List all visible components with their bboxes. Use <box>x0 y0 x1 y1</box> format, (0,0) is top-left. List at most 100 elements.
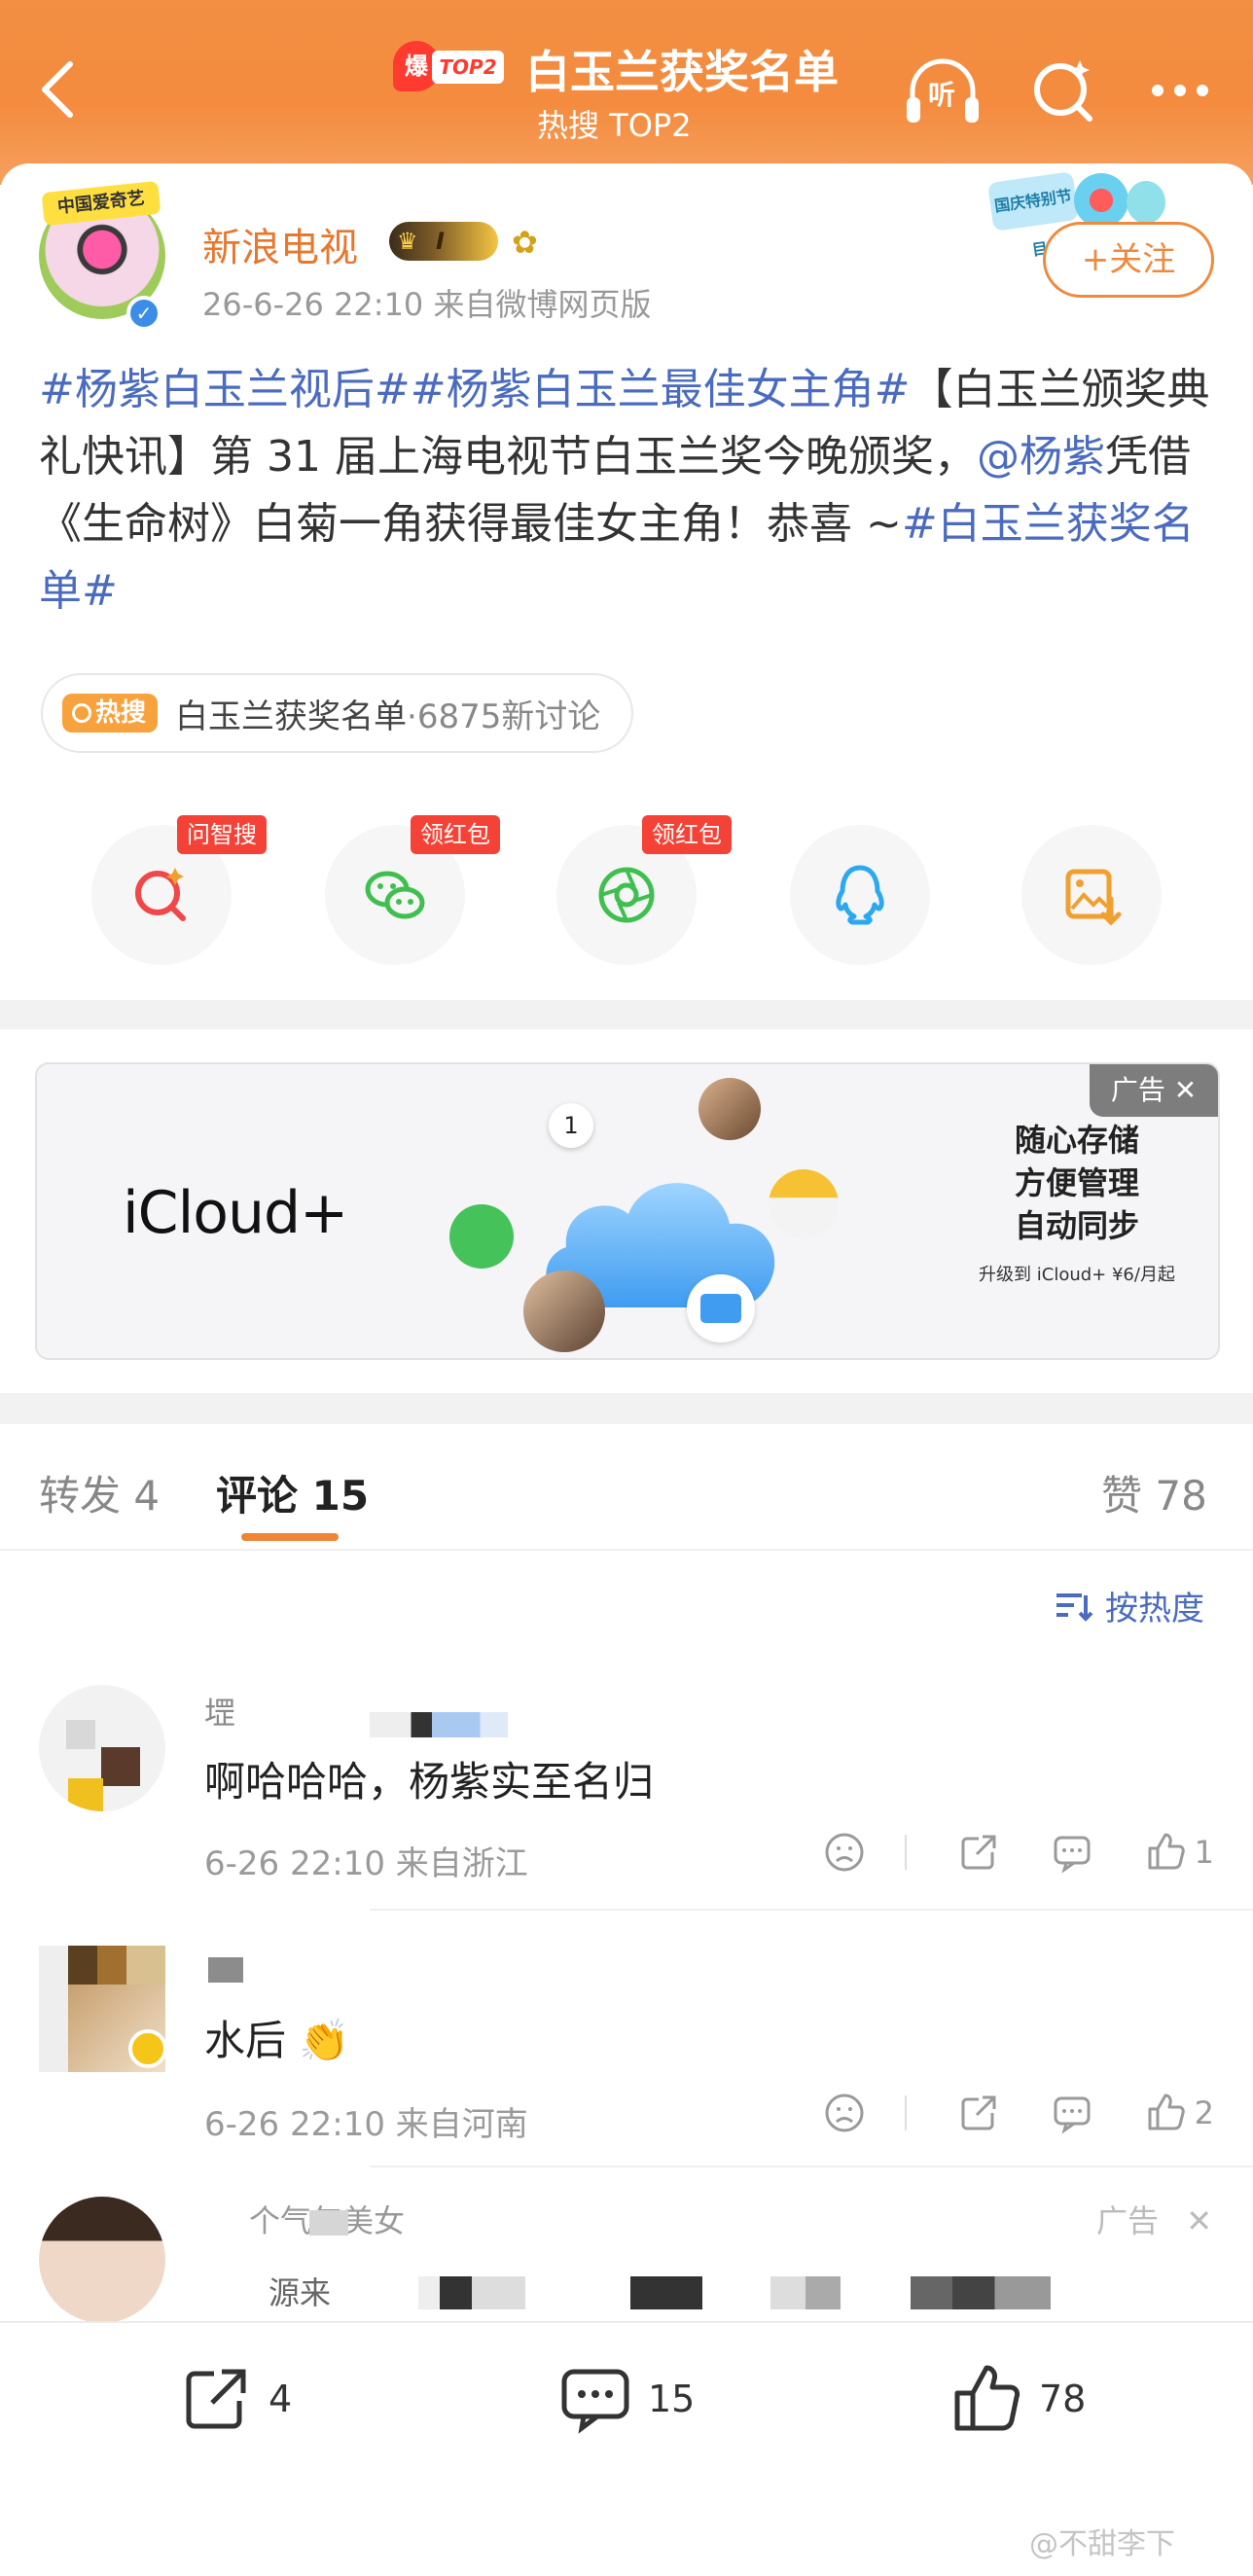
notes-icon <box>769 1169 839 1239</box>
files-icon <box>687 1274 755 1342</box>
comment-like-button[interactable]: 2 <box>1144 2092 1214 2134</box>
share-flag: 问智搜 <box>177 815 267 854</box>
comment-actions: 2 <box>772 2092 1214 2134</box>
commenter-name[interactable]: 堽 <box>204 1689 235 1734</box>
dislike-button[interactable] <box>823 1831 866 1874</box>
ad-comment-item: 个气年美女 广告 ✕ 源来 <box>0 2197 1253 2321</box>
interaction-tabs: 转发 4 评论 15 赞 78 <box>0 1424 1253 1551</box>
share-wechat-button[interactable]: 领红包 <box>325 815 500 965</box>
comment-text: 啊哈哈哈，杨紫实至名归 <box>204 1758 655 1806</box>
page-subtitle: 热搜 TOP2 <box>537 107 692 144</box>
ad-line: 自动同步 <box>1014 1207 1139 1244</box>
sticker-bubble-icon <box>1127 181 1165 224</box>
action-separator <box>904 1835 907 1870</box>
topic-link[interactable]: #杨紫白玉兰视后# <box>39 365 411 414</box>
censored-text-mosaic <box>770 2276 841 2309</box>
back-button[interactable] <box>27 51 86 128</box>
comment-divider <box>370 2165 1253 2167</box>
reply-bubble-icon <box>1054 1836 1091 1874</box>
commenter-avatar[interactable] <box>39 1685 165 1811</box>
share-flag: 领红包 <box>642 815 732 854</box>
thumbs-up-icon <box>1148 1833 1185 1870</box>
thumbs-up-icon <box>1148 2093 1185 2130</box>
back-arrow-icon <box>42 61 73 118</box>
comment-share-button[interactable] <box>957 1831 1000 1874</box>
moments-icon <box>598 867 655 923</box>
section-divider <box>0 1000 1253 1029</box>
comment-bubble-icon <box>561 2369 629 2434</box>
ad-line: 随心存储 <box>1014 1122 1139 1159</box>
hot-search-chip[interactable]: 热搜 白玉兰获奖名单 ·6875新讨论 <box>41 673 634 753</box>
comment-reply-button[interactable] <box>1051 1831 1093 1874</box>
comment-actions: 1 <box>772 1831 1214 1874</box>
share-icon <box>961 1835 996 1870</box>
comment-divider <box>370 1909 1253 1911</box>
member-level-badge[interactable]: ♛ I <box>389 222 498 261</box>
author-name[interactable]: 新浪电视 <box>202 216 358 272</box>
share-qq-button[interactable] <box>790 825 930 965</box>
page: 爆 TOP2 白玉兰获奖名单 热搜 TOP2 听 中国爱奇艺 ✓ 新浪电视 ♛ … <box>0 0 1253 2576</box>
section-divider <box>0 1393 1253 1424</box>
crown-icon: ♛ <box>397 228 418 255</box>
comment-share-button[interactable] <box>957 2092 1000 2134</box>
ad-line: 方便管理 <box>1014 1164 1139 1201</box>
messages-icon <box>449 1204 514 1269</box>
listen-button[interactable]: 听 <box>899 47 986 134</box>
censored-text-mosaic <box>911 2276 1051 2309</box>
tab-likes[interactable]: 赞 78 <box>1101 1463 1207 1522</box>
comment-reply-button[interactable] <box>1051 2092 1093 2134</box>
save-image-button[interactable] <box>1021 825 1162 965</box>
comment-meta: 6-26 22:10 来自浙江 <box>204 1844 528 1883</box>
sticker-label: 国庆特别节目 <box>986 171 1080 260</box>
watermark: @不甜李下 <box>1029 2527 1175 2561</box>
censored-name-mosaic <box>208 1957 243 1983</box>
search-button[interactable] <box>1020 47 1107 134</box>
thumbs-up-icon <box>954 2365 1020 2431</box>
sunflower-badge-icon: ✿ <box>512 224 538 261</box>
comment-item: 水后 👏 6-26 22:10 来自河南 2 <box>0 1946 1253 2160</box>
tab-active-indicator <box>241 1533 339 1541</box>
photo-thumb-icon <box>698 1078 761 1140</box>
share-ai-search-button[interactable]: 问智搜 <box>91 815 267 965</box>
ad-comment-close[interactable]: 广告 ✕ <box>1096 2197 1212 2241</box>
commenter-avatar[interactable] <box>39 2197 165 2321</box>
search-mini-icon <box>72 703 91 723</box>
reply-bubble-icon <box>1054 2096 1091 2134</box>
portrait-thumb-icon <box>523 1270 605 1352</box>
share-row: 问智搜 领红包 领红包 <box>0 815 1253 981</box>
search-icon <box>1034 60 1092 122</box>
ad-close-button[interactable]: 广告 ✕ <box>1090 1064 1218 1117</box>
dislike-button[interactable] <box>823 2092 866 2134</box>
tab-comments[interactable]: 评论 15 <box>216 1463 369 1522</box>
post-card: 中国爱奇艺 ✓ 新浪电视 ♛ I ✿ 26-6-26 22:10 来自微博网页版… <box>0 163 1253 1000</box>
topic-link[interactable]: #杨紫白玉兰最佳女主角# <box>411 365 911 414</box>
qq-icon <box>836 865 884 925</box>
member-level: I <box>436 228 445 255</box>
unhappy-face-icon <box>825 1833 864 1872</box>
censored-name-mosaic <box>309 2210 348 2236</box>
share-flag: 领红包 <box>411 815 500 854</box>
topic-link[interactable]: @杨紫 <box>977 432 1105 482</box>
tab-reposts[interactable]: 转发 4 <box>39 1463 160 1522</box>
unhappy-face-icon <box>825 2093 864 2132</box>
repost-count: 4 <box>268 2378 293 2420</box>
more-button[interactable] <box>1136 47 1224 134</box>
ad-label: 广告 <box>1096 2202 1160 2239</box>
hot-rank-badge: 爆 TOP2 <box>393 41 506 91</box>
comment-meta: 6-26 22:10 来自河南 <box>204 2105 528 2144</box>
ad-price: 升级到 iCloud+ ¥6/月起 <box>979 1265 1175 1285</box>
censored-text-mosaic <box>630 2276 702 2309</box>
share-moments-button[interactable]: 领红包 <box>556 815 732 965</box>
bottom-like-button[interactable]: 78 <box>948 2360 1086 2438</box>
comment-like-count: 2 <box>1194 2094 1214 2131</box>
commenter-avatar[interactable] <box>39 1946 165 2072</box>
sort-button[interactable]: 按热度 <box>1055 1582 1204 1629</box>
bottom-comment-button[interactable]: 15 <box>556 2360 695 2438</box>
hot-search-title: 爆 TOP2 白玉兰获奖名单 热搜 TOP2 <box>389 33 895 150</box>
ad-comment-text: 源来 <box>268 2274 332 2311</box>
icloud-ad-banner[interactable]: iCloud+ 1 随心存储 方便管理 自动同步 升级到 iCloud+ ¥6/… <box>35 1062 1220 1360</box>
bottom-repost-button[interactable]: 4 <box>177 2360 292 2438</box>
comment-like-button[interactable]: 1 <box>1144 1831 1214 1874</box>
close-icon: ✕ <box>1186 2202 1212 2239</box>
follow-button[interactable]: +关注 <box>1043 222 1214 298</box>
